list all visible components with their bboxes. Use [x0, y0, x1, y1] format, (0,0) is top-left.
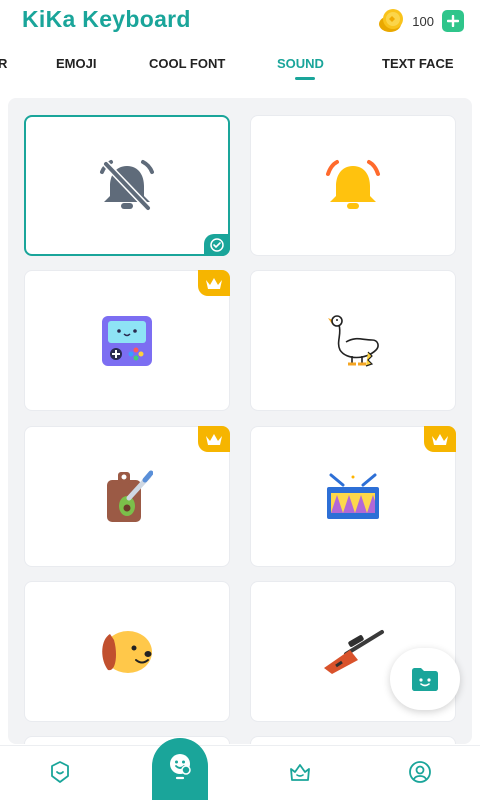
category-tabs: R EMOJI COOL FONT SOUND TEXT FACE: [0, 56, 480, 86]
sound-card-chopping[interactable]: [24, 426, 230, 567]
bottom-navigation: [0, 745, 480, 800]
tab-text-face[interactable]: TEXT FACE: [382, 56, 454, 71]
sound-card-muted[interactable]: [24, 115, 230, 256]
sound-card-partial[interactable]: [250, 736, 456, 744]
plus-icon: [447, 15, 459, 27]
sound-card-dog[interactable]: [24, 581, 230, 722]
bell-muted-icon: [100, 159, 154, 211]
keyboard-theme-icon: [51, 761, 69, 783]
app-header: KiKa Keyboard 100: [0, 0, 480, 40]
tab-emoji[interactable]: EMOJI: [56, 56, 96, 71]
add-coins-button[interactable]: [442, 10, 464, 32]
tab-partial[interactable]: R: [0, 56, 7, 71]
nav-themes[interactable]: [48, 760, 72, 784]
nav-crown[interactable]: [288, 760, 312, 784]
bell-ringing-icon: [326, 159, 380, 209]
rifle-icon: [324, 629, 384, 674]
coin-icon: [378, 8, 406, 34]
sticker-folder-icon: [412, 668, 438, 691]
selected-check-icon: [204, 234, 230, 256]
sticker-face-icon: [170, 754, 191, 780]
premium-crown-icon: [424, 426, 456, 452]
sound-grid: [8, 98, 472, 744]
nav-stickers[interactable]: [152, 738, 208, 800]
game-console-icon: [102, 315, 152, 366]
sticker-folder-button[interactable]: [390, 648, 460, 710]
tab-cool-font[interactable]: COOL FONT: [149, 56, 225, 71]
crown-face-icon: [290, 764, 310, 781]
profile-icon: [409, 761, 431, 783]
sound-card-game[interactable]: [24, 270, 230, 411]
drum-icon: [327, 473, 379, 519]
sound-card-drum[interactable]: [250, 426, 456, 567]
app-title: KiKa Keyboard: [22, 6, 191, 32]
tab-sound[interactable]: SOUND: [277, 56, 324, 71]
goose-icon: [328, 314, 379, 367]
sound-card-partial[interactable]: [24, 736, 230, 744]
cutting-board-icon: [107, 470, 153, 522]
coin-balance[interactable]: 100: [378, 8, 464, 34]
dog-icon: [102, 630, 152, 673]
premium-crown-icon: [198, 270, 230, 296]
active-tab-indicator: [295, 77, 315, 80]
nav-profile[interactable]: [408, 760, 432, 784]
premium-crown-icon: [198, 426, 230, 452]
sound-card-goose[interactable]: [250, 270, 456, 411]
coin-count: 100: [412, 13, 434, 29]
sound-card-bell[interactable]: [250, 115, 456, 256]
